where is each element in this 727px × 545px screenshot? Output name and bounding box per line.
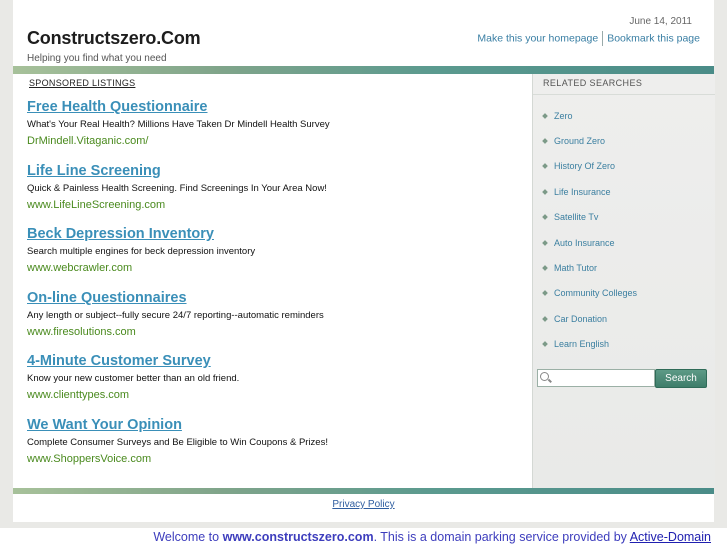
related-search-item[interactable]: Life Insurance xyxy=(542,187,611,197)
listing-description: Complete Consumer Surveys and Be Eligibl… xyxy=(27,437,328,448)
bullet-icon xyxy=(542,340,548,347)
listing-item: On-line Questionnaires Any length or sub… xyxy=(27,289,527,341)
page-container: Constructszero.Com Helping you find what… xyxy=(13,0,715,522)
make-homepage-link[interactable]: Make this your homepage xyxy=(477,32,598,44)
related-search-item[interactable]: Ground Zero xyxy=(542,136,605,146)
related-search-item[interactable]: Math Tutor xyxy=(542,263,597,273)
related-search-item[interactable]: History Of Zero xyxy=(542,161,615,171)
date-label: June 14, 2011 xyxy=(629,16,692,27)
bullet-icon xyxy=(542,137,548,144)
listing-url[interactable]: www.LifeLineScreening.com xyxy=(27,197,527,214)
listing-url[interactable]: www.webcrawler.com xyxy=(27,260,527,277)
site-title[interactable]: Constructszero.Com xyxy=(27,28,201,49)
related-searches-heading: RELATED SEARCHES xyxy=(543,78,643,88)
welcome-middle: . This is a domain parking service provi… xyxy=(373,530,630,544)
bookmark-link[interactable]: Bookmark this page xyxy=(607,32,700,44)
bullet-icon xyxy=(542,213,548,220)
provider-link[interactable]: Active-Domain xyxy=(630,530,711,544)
bullet-icon xyxy=(542,289,548,296)
listing-title-link[interactable]: We Want Your Opinion xyxy=(27,416,527,435)
related-search-item[interactable]: Community Colleges xyxy=(542,288,637,298)
listing-description: Know your new customer better than an ol… xyxy=(27,373,240,384)
listing-url[interactable]: www.clienttypes.com xyxy=(27,387,527,404)
listing-item: Life Line Screening Quick & Painless Hea… xyxy=(27,162,527,214)
bullet-icon xyxy=(542,315,548,322)
related-search-item[interactable]: Zero xyxy=(542,111,573,121)
related-search-link[interactable]: Car Donation xyxy=(554,314,607,324)
listing-title-link[interactable]: Free Health Questionnaire xyxy=(27,98,527,117)
search-input[interactable] xyxy=(537,369,655,387)
magnifier-icon xyxy=(540,372,549,381)
listing-url[interactable]: DrMindell.Vitaganic.com/ xyxy=(27,133,527,150)
sponsored-listings-panel: SPONSORED LISTINGS Free Health Questionn… xyxy=(13,74,532,488)
related-search-link[interactable]: Zero xyxy=(554,111,573,121)
listing-description: Quick & Painless Health Screening. Find … xyxy=(27,183,327,194)
privacy-policy-link[interactable]: Privacy Policy xyxy=(332,499,394,510)
related-search-link[interactable]: History Of Zero xyxy=(554,161,615,171)
bullet-icon xyxy=(542,239,548,246)
listing-item: We Want Your Opinion Complete Consumer S… xyxy=(27,416,527,468)
related-search-item[interactable]: Auto Insurance xyxy=(542,238,615,248)
tagline: Helping you find what you need xyxy=(27,53,167,64)
related-search-item[interactable]: Satellite Tv xyxy=(542,212,598,222)
listing-item: Free Health Questionnaire What's Your Re… xyxy=(27,98,527,150)
header: Constructszero.Com Helping you find what… xyxy=(13,0,714,66)
related-search-link[interactable]: Ground Zero xyxy=(554,136,605,146)
listing-description: Search multiple engines for beck depress… xyxy=(27,246,256,257)
welcome-prefix: Welcome to xyxy=(153,530,223,544)
listing-title-link[interactable]: 4-Minute Customer Survey xyxy=(27,352,527,371)
bullet-icon xyxy=(542,112,548,119)
related-search-item[interactable]: Learn English xyxy=(542,339,609,349)
sponsored-listings-heading: SPONSORED LISTINGS xyxy=(29,78,136,88)
welcome-domain: www.constructszero.com xyxy=(222,530,374,544)
related-search-link[interactable]: Satellite Tv xyxy=(554,212,598,222)
related-search-item[interactable]: Car Donation xyxy=(542,314,607,324)
listing-description: What's Your Real Health? Millions Have T… xyxy=(27,119,330,130)
top-links: Make this your homepage Bookmark this pag… xyxy=(477,31,700,46)
link-divider xyxy=(602,31,604,46)
divider xyxy=(533,94,715,95)
listing-item: 4-Minute Customer Survey Know your new c… xyxy=(27,352,527,404)
footer: Privacy Policy xyxy=(13,494,714,522)
related-search-link[interactable]: Life Insurance xyxy=(554,187,611,197)
listing-url[interactable]: www.ShoppersVoice.com xyxy=(27,451,527,468)
search-form: Search xyxy=(537,369,711,389)
top-accent-bar xyxy=(13,66,714,74)
listing-url[interactable]: www.firesolutions.com xyxy=(27,324,527,341)
listing-description: Any length or subject--fully secure 24/7… xyxy=(27,310,324,321)
related-search-link[interactable]: Auto Insurance xyxy=(554,238,615,248)
listing-title-link[interactable]: On-line Questionnaires xyxy=(27,289,527,308)
related-search-link[interactable]: Learn English xyxy=(554,339,609,349)
listing-title-link[interactable]: Beck Depression Inventory xyxy=(27,225,527,244)
related-search-link[interactable]: Community Colleges xyxy=(554,288,637,298)
welcome-banner: Welcome to www.constructszero.com. This … xyxy=(0,528,727,545)
listing-title-link[interactable]: Life Line Screening xyxy=(27,162,527,181)
related-search-link[interactable]: Math Tutor xyxy=(554,263,597,273)
listing-item: Beck Depression Inventory Search multipl… xyxy=(27,225,527,277)
search-button[interactable]: Search xyxy=(655,369,707,388)
bullet-icon xyxy=(542,264,548,271)
bullet-icon xyxy=(542,162,548,169)
bullet-icon xyxy=(542,188,548,195)
related-searches-panel: RELATED SEARCHES Zero Ground Zero Histor… xyxy=(532,74,715,488)
